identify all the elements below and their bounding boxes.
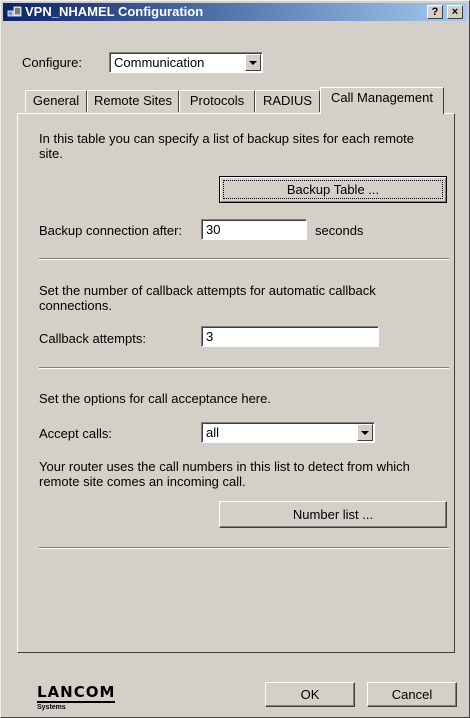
backup-description: In this table you can specify a list of …	[39, 131, 415, 161]
configure-selected-value: Communication	[114, 55, 205, 70]
backup-table-label: Backup Table ...	[286, 182, 380, 197]
acceptance-description: Set the options for call acceptance here…	[39, 391, 271, 406]
tab-remote-sites[interactable]: Remote Sites	[87, 90, 179, 112]
tab-radius[interactable]: RADIUS	[255, 90, 320, 112]
accept-calls-value: all	[206, 425, 220, 440]
cancel-button[interactable]: Cancel	[367, 682, 457, 707]
window-title: VPN_NHAMEL Configuration	[25, 4, 204, 19]
callback-description: Set the number of callback attempts for …	[39, 283, 376, 313]
number-list-label: Number list ...	[292, 507, 374, 522]
number-list-button[interactable]: Number list ...	[219, 501, 447, 528]
divider	[39, 258, 449, 260]
title-bar[interactable]: VPN_NHAMEL Configuration ? ×	[3, 3, 467, 21]
chevron-down-icon[interactable]	[245, 54, 261, 71]
chevron-down-icon[interactable]	[357, 424, 373, 441]
lancom-logo: LANCOM Systems	[37, 683, 116, 712]
divider	[39, 367, 449, 369]
tab-protocols[interactable]: Protocols	[179, 90, 255, 112]
help-button[interactable]: ?	[427, 5, 443, 19]
callback-attempts-label: Callback attempts:	[39, 331, 146, 346]
ok-label: OK	[300, 687, 320, 702]
accept-calls-label: Accept calls:	[39, 426, 112, 441]
network-icon	[7, 6, 22, 17]
number-list-description: Your router uses the call numbers in thi…	[39, 459, 410, 489]
configure-label: Configure:	[22, 55, 82, 70]
ok-button[interactable]: OK	[265, 682, 355, 707]
backup-table-button[interactable]: Backup Table ...	[219, 176, 447, 203]
divider	[39, 547, 449, 549]
backup-connection-label: Backup connection after:	[39, 223, 183, 238]
backup-unit-label: seconds	[315, 223, 364, 238]
configure-select[interactable]: Communication	[109, 52, 263, 73]
logo-subtext: Systems	[37, 704, 66, 711]
close-button[interactable]: ×	[447, 5, 463, 19]
cancel-label: Cancel	[391, 687, 433, 702]
backup-connection-input[interactable]: 30	[201, 219, 307, 240]
callback-attempts-input[interactable]: 3	[201, 326, 379, 347]
tab-call-management[interactable]: Call Management	[320, 87, 444, 114]
tab-general[interactable]: General	[25, 90, 87, 112]
logo-text: LANCOM	[37, 683, 116, 703]
accept-calls-select[interactable]: all	[201, 422, 375, 443]
configuration-dialog: VPN_NHAMEL Configuration ? × Configure: …	[0, 0, 470, 718]
